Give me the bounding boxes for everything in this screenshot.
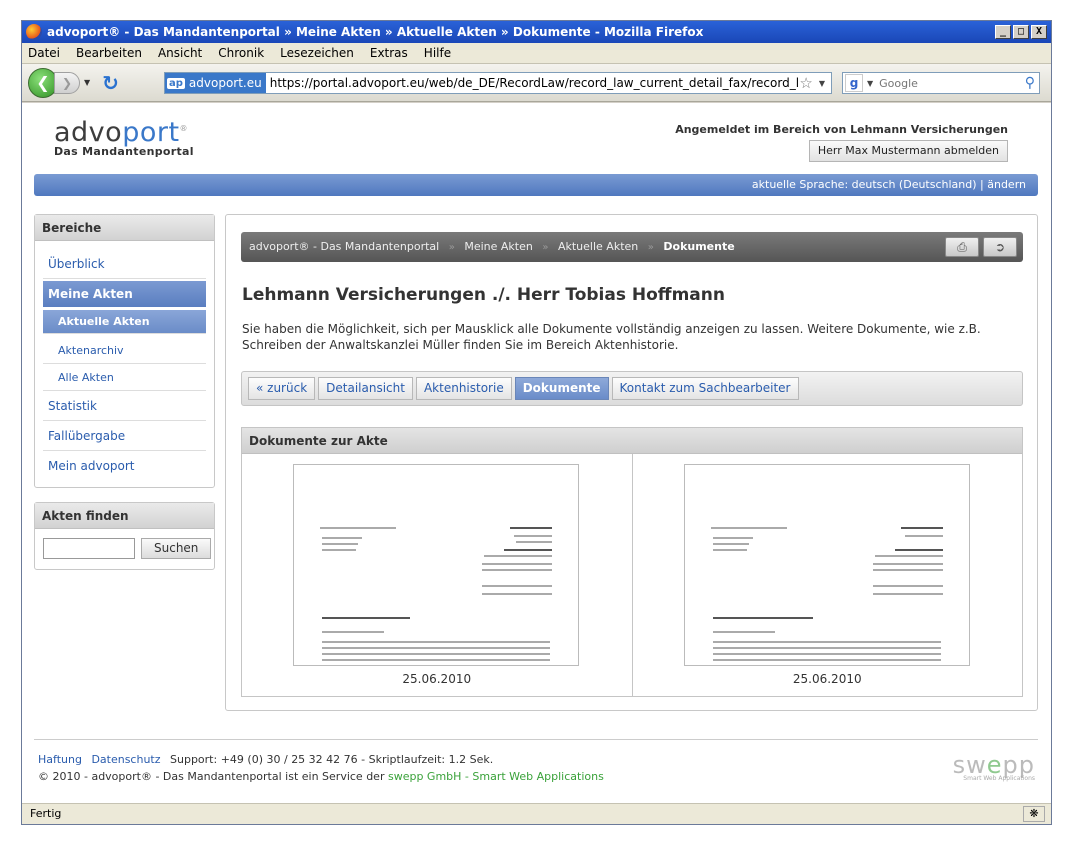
documents-title: Dokumente zur Akte [242,428,1022,454]
printer-icon: ⎙ [957,240,967,254]
document-item: 25.06.2010 [631,454,1023,696]
url-text[interactable]: https://portal.advoport.eu/web/de_DE/Rec… [266,76,800,90]
status-text: Fertig [30,807,62,820]
tab-bar: « zurück Detailansicht Aktenhistorie Dok… [241,371,1023,406]
sidebar-item-statistik[interactable]: Statistik [43,391,206,421]
sidebar-item-alle-akten[interactable]: Alle Akten [43,364,206,391]
search-input[interactable] [877,75,1025,91]
footer-copyright: © 2010 - advoport® - Das Mandantenportal… [38,770,604,783]
document-date: 25.06.2010 [402,672,472,686]
footer-links: Haftung Datenschutz Support: +49 (0) 30 … [38,753,493,766]
url-dropdown-icon[interactable]: ▼ [819,79,825,88]
title-bar: advoport® - Das Mandantenportal » Meine … [22,21,1051,43]
logged-in-text: Angemeldet im Bereich von Lehmann Versic… [675,123,1008,136]
tab-dokumente[interactable]: Dokumente [514,377,609,400]
akten-search-input[interactable] [43,538,135,559]
logo-text-part2: port [122,117,180,148]
swepp-logo[interactable]: swepp Smart Web Applications [953,751,1035,782]
search-bar[interactable]: g ▼ ⚲ [842,72,1040,94]
history-dropdown-icon[interactable]: ▼ [84,78,90,87]
intro-text: Sie haben die Möglichkeit, sich per Maus… [242,322,981,352]
logo-subtitle: Das Mandantenportal [54,145,194,158]
tab-zurueck[interactable]: « zurück [248,377,316,400]
menu-bearbeiten[interactable]: Bearbeiten [76,46,142,60]
menu-chronik[interactable]: Chronik [218,46,264,60]
document-date: 25.06.2010 [792,672,862,686]
arrow-right-icon: ❯ [61,75,73,90]
tab-detailansicht[interactable]: Detailansicht [318,377,413,400]
logout-button[interactable]: Herr Max Mustermann abmelden [808,140,1008,162]
menu-ansicht[interactable]: Ansicht [158,46,202,60]
menu-bar: Datei Bearbeiten Ansicht Chronik Lesezei… [22,43,1051,64]
swepp-link[interactable]: swepp GmbH - Smart Web Applications [388,770,604,783]
language-bar[interactable]: aktuelle Sprache: deutsch (Deutschland) … [34,174,1038,196]
logo-text-part1: advo [54,117,123,148]
menu-hilfe[interactable]: Hilfe [424,46,451,60]
window-title: advoport® - Das Mandantenportal » Meine … [47,25,704,39]
arrow-left-icon: ❮ [36,73,50,92]
sidebar-item-ueberblick[interactable]: Überblick [43,249,206,279]
url-bar[interactable]: ap advoport.eu https://portal.advoport.e… [164,72,832,94]
export-icon: ➲ [994,240,1006,254]
bookmark-star-icon[interactable]: ☆ [799,74,812,92]
page-title: Lehmann Versicherungen ./. Herr Tobias H… [242,285,725,305]
bereiche-box: Bereiche Überblick Meine Akten Aktuelle … [34,214,215,488]
breadcrumb-current: Dokumente [663,240,735,253]
documents-panel: Dokumente zur Akte 25.06.2010 25.06.2010 [241,427,1023,697]
site-identity-label: advoport.eu [188,76,262,90]
sidebar: Bereiche Überblick Meine Akten Aktuelle … [34,214,215,584]
menu-extras[interactable]: Extras [370,46,408,60]
g-icon[interactable]: g [845,74,863,92]
footer-divider [34,739,1038,740]
sidebar-item-mein-advoport[interactable]: Mein advoport [43,451,206,481]
akten-finden-title: Akten finden [35,503,214,529]
menu-lesezeichen[interactable]: Lesezeichen [280,46,354,60]
browser-window: advoport® - Das Mandantenportal » Meine … [21,20,1052,825]
sidebar-item-aktuelle-akten[interactable]: Aktuelle Akten [43,310,206,334]
datenschutz-link[interactable]: Datenschutz [91,753,160,766]
search-engine-dropdown-icon[interactable]: ▼ [867,79,873,88]
search-icon[interactable]: ⚲ [1025,75,1035,91]
main-panel: advoport® - Das Mandantenportal » Meine … [225,214,1038,711]
advoport-logo[interactable]: advoport® Das Mandantenportal [54,117,194,158]
document-thumbnail[interactable] [683,464,970,666]
sidebar-item-meine-akten[interactable]: Meine Akten [43,281,206,307]
print-button[interactable]: ⎙ [945,237,979,257]
tab-kontakt-sachbearbeiter[interactable]: Kontakt zum Sachbearbeiter [611,377,799,400]
support-text: Support: +49 (0) 30 / 25 32 42 76 - Skri… [170,753,494,766]
page-content: advoport® Das Mandantenportal Angemeldet… [22,103,1051,803]
breadcrumb-separator: » [647,242,654,253]
breadcrumb: advoport® - Das Mandantenportal » Meine … [241,232,1023,262]
site-favicon-icon: ap [167,77,185,89]
tab-aktenhistorie[interactable]: Aktenhistorie [415,377,512,400]
firefox-icon [26,24,42,40]
sidebar-item-falluebergabe[interactable]: Fallübergabe [43,421,206,451]
reload-icon[interactable]: ↻ [102,71,119,95]
document-thumbnail[interactable] [293,464,579,666]
swepp-logo-subtitle: Smart Web Applications [963,775,1035,782]
haftung-link[interactable]: Haftung [38,753,82,766]
minimize-button[interactable]: _ [995,25,1011,39]
document-item: 25.06.2010 [242,454,632,696]
logo-registered: ® [179,124,189,133]
menu-datei[interactable]: Datei [28,46,60,60]
site-identity-badge[interactable]: ap advoport.eu [165,73,266,93]
breadcrumb-separator: » [448,242,455,253]
firebug-icon[interactable]: ❋ [1023,806,1045,822]
maximize-button[interactable]: □ [1013,25,1029,39]
status-bar: Fertig ❋ [22,803,1051,824]
export-button[interactable]: ➲ [983,237,1017,257]
breadcrumb-item-meine-akten[interactable]: Meine Akten [464,240,533,253]
breadcrumb-separator: » [542,242,549,253]
close-button[interactable]: X [1031,25,1047,39]
breadcrumb-item-aktuelle-akten[interactable]: Aktuelle Akten [558,240,638,253]
copyright-text: © 2010 - advoport® - Das Mandantenportal… [38,770,388,783]
forward-button[interactable]: ❯ [54,71,80,94]
sidebar-item-aktenarchiv[interactable]: Aktenarchiv [43,337,206,364]
akten-finden-box: Akten finden Suchen [34,502,215,570]
suchen-button[interactable]: Suchen [141,538,212,559]
navigation-toolbar: ❮ ❯ ▼ ↻ ap advoport.eu https://portal.ad… [22,64,1051,102]
bereiche-title: Bereiche [35,215,214,241]
breadcrumb-item-portal[interactable]: advoport® - Das Mandantenportal [249,240,439,253]
